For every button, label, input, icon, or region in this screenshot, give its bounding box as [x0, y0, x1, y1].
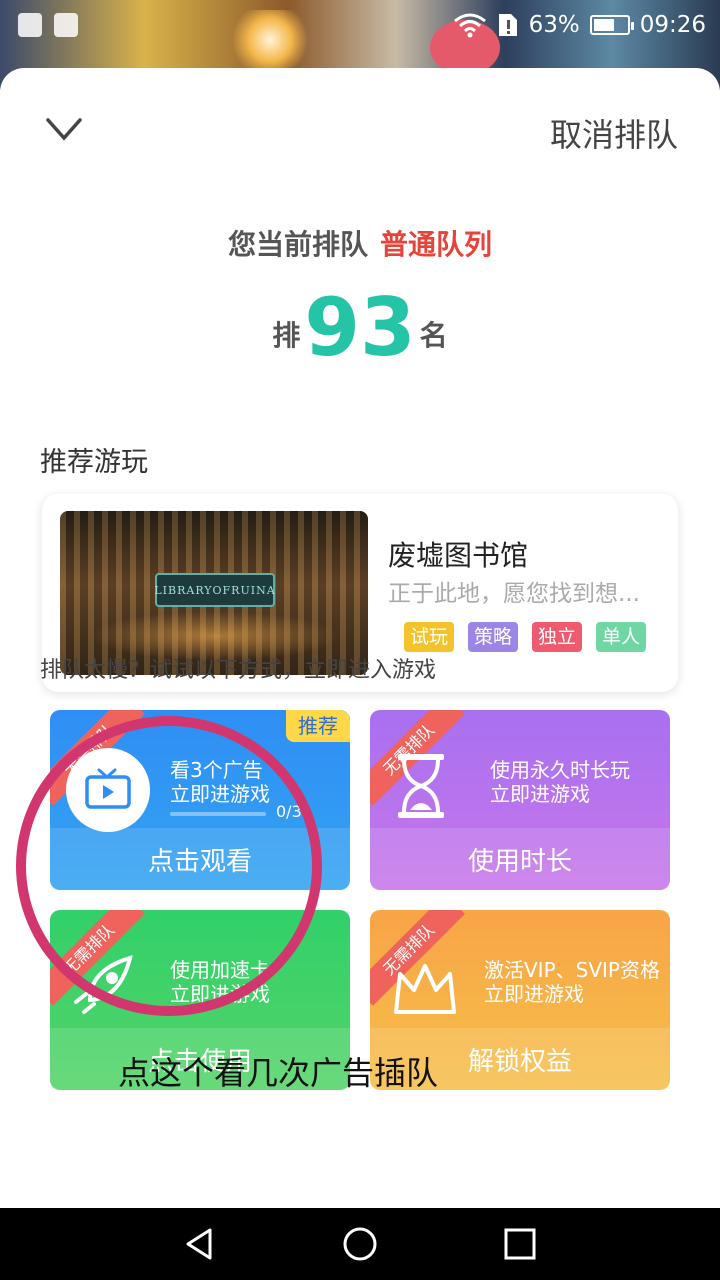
clock: 09:26	[639, 12, 706, 38]
image-notification-icon	[54, 13, 78, 37]
back-icon[interactable]	[180, 1224, 220, 1264]
rank-number: 93	[304, 281, 416, 374]
battery-percent: 63%	[528, 12, 580, 38]
game-description: 正于此地，愿您找到想...	[388, 581, 640, 607]
chevron-down-icon[interactable]	[44, 114, 84, 144]
battery-icon	[589, 15, 634, 35]
notification-icon	[18, 13, 42, 37]
status-bar: 63% 09:26	[0, 0, 720, 50]
home-icon[interactable]	[340, 1224, 380, 1264]
game-tag: 策略	[468, 622, 519, 652]
recommend-title: 推荐游玩	[40, 447, 148, 478]
rank-suffix: 名	[419, 319, 448, 352]
game-tag: 单人	[596, 622, 647, 652]
navigation-bar	[0, 1208, 720, 1280]
game-logo: LIBRARYOFRUINA	[154, 573, 275, 607]
annotation-circle	[16, 716, 322, 1016]
game-name: 废墟图书馆	[388, 539, 529, 572]
hourglass-icon	[398, 754, 444, 818]
rank-prefix: 排	[272, 319, 301, 352]
game-thumbnail: LIBRARYOFRUINA	[60, 511, 368, 675]
sim-alert-icon	[498, 14, 517, 36]
annotation-text: 点这个看几次广告插队	[118, 1054, 439, 1092]
wifi-icon	[453, 13, 486, 38]
skip-queue-tip: 排队太慢？试试以下方式，立即进入游戏	[40, 658, 437, 683]
queue-rank: 排 93 名	[0, 288, 720, 368]
battery-fill	[593, 19, 614, 31]
queue-type: 普通队列	[380, 228, 493, 261]
recents-icon[interactable]	[500, 1224, 540, 1264]
vip-line2: 立即进游戏	[484, 982, 584, 1006]
game-tag: 独立	[532, 622, 583, 652]
game-tag: 试玩	[404, 622, 455, 652]
cancel-queue-button[interactable]: 取消排队	[550, 110, 678, 156]
queue-prefix: 您当前排队	[227, 228, 368, 261]
queue-status: 您当前排队 普通队列	[0, 223, 720, 263]
crown-icon	[394, 964, 456, 1014]
use-time-button[interactable]: 使用时长	[370, 828, 670, 890]
time-line2: 立即进游戏	[490, 782, 590, 806]
recommend-badge: 推荐	[286, 710, 350, 742]
use-time-option[interactable]: 无需排队 使用永久时长玩 立即进游戏 使用时长	[370, 710, 670, 890]
game-tags: 试玩 策略 独立 单人	[404, 622, 647, 652]
